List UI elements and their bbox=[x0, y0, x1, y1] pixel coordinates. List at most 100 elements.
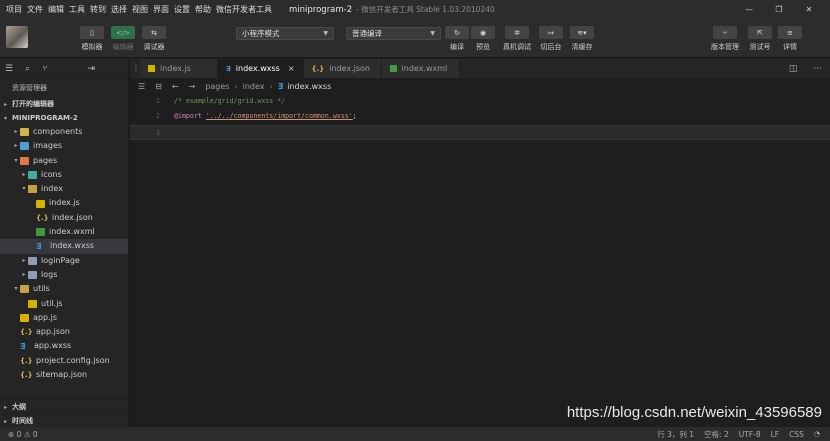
file-tree-item[interactable]: ▸ images bbox=[0, 139, 128, 153]
js-file-icon bbox=[28, 299, 37, 308]
editor-tab[interactable]: index.js bbox=[140, 59, 218, 78]
debugger-toggle[interactable]: ⇆ 调试器 bbox=[138, 26, 170, 52]
real-device-debug-button[interactable]: ✲ 真机调试 bbox=[501, 26, 533, 52]
menu-icon: ≡ bbox=[778, 26, 802, 39]
wxss-file-icon: ∃ bbox=[277, 81, 284, 91]
tab-label: index.js bbox=[160, 64, 191, 73]
folder-icon bbox=[28, 271, 37, 280]
file-tree-label: logs bbox=[41, 269, 58, 279]
breadcrumb-item[interactable]: pages bbox=[205, 82, 229, 91]
compile-mode-select[interactable]: 普通编译 ▼ bbox=[346, 27, 441, 40]
file-tree-item[interactable]: app.js bbox=[0, 311, 128, 325]
outline-section[interactable]: ▸ 大纲 bbox=[0, 399, 129, 413]
eol-setting[interactable]: LF bbox=[771, 430, 780, 439]
folder-icon bbox=[28, 256, 37, 265]
chevron-down-icon: ▾ bbox=[14, 156, 18, 164]
branch-icon: ⑂ bbox=[713, 26, 737, 39]
code-editor[interactable]: 1 /* example/grid/grid.wxss */ 2 @import… bbox=[130, 94, 830, 427]
compile-select-value: 普通编译 bbox=[352, 29, 382, 38]
open-folder-icon bbox=[20, 285, 29, 294]
breadcrumb-current[interactable]: index.wxss bbox=[287, 82, 331, 91]
menu-item[interactable]: 设置 bbox=[174, 4, 190, 15]
preview-button[interactable]: ◉ 预览 bbox=[467, 26, 499, 52]
list-icon[interactable]: ☰ bbox=[138, 82, 145, 91]
file-tree-item[interactable]: util.js bbox=[0, 297, 128, 311]
chevron-right-icon: ▸ bbox=[4, 404, 8, 411]
menu-item[interactable]: 选择 bbox=[111, 4, 127, 15]
editor-toggle[interactable]: </> 编辑器 bbox=[107, 26, 139, 52]
menu-item[interactable]: 工具 bbox=[69, 4, 85, 15]
file-tree-item[interactable]: ▸ logs bbox=[0, 268, 128, 282]
search-icon[interactable]: ⌕ bbox=[25, 64, 30, 74]
open-editors-section[interactable]: ▸ 打开的编辑器 bbox=[0, 97, 128, 111]
file-tree-item[interactable]: index.js bbox=[0, 196, 128, 210]
close-window-button[interactable]: ✕ bbox=[794, 0, 824, 19]
file-tree-item[interactable]: ∃ index.wxss bbox=[0, 239, 128, 254]
avatar[interactable] bbox=[6, 26, 28, 48]
editor-tab[interactable]: index.wxml bbox=[381, 59, 460, 78]
file-tree-item[interactable]: {.} app.json bbox=[0, 325, 128, 339]
timeline-section[interactable]: ▸ 时间线 bbox=[0, 413, 129, 427]
more-actions-icon[interactable]: ··· bbox=[813, 64, 822, 74]
back-arrow-icon[interactable]: ← bbox=[172, 82, 179, 91]
language-mode[interactable]: CSS bbox=[789, 430, 804, 439]
menu-item[interactable]: 文件 bbox=[27, 4, 43, 15]
file-tree-item[interactable]: ▸ icons bbox=[0, 168, 128, 182]
menu-item[interactable]: 转到 bbox=[90, 4, 106, 15]
test-account-button[interactable]: ⇱ 测试号 bbox=[744, 26, 776, 52]
file-tree-item[interactable]: ▾ pages bbox=[0, 154, 128, 168]
clear-cache-button[interactable]: ≋▾ 清缓存 bbox=[566, 26, 598, 52]
menu-item[interactable]: 视图 bbox=[132, 4, 148, 15]
file-tree-item[interactable]: ∃ app.wxss bbox=[0, 339, 128, 353]
version-management-button[interactable]: ⑂ 版本管理 bbox=[709, 26, 741, 52]
cursor-position[interactable]: 行 3，列 1 bbox=[657, 429, 694, 440]
chevron-down-icon: ▾ bbox=[4, 115, 8, 122]
menu-item[interactable]: 帮助 bbox=[195, 4, 211, 15]
file-tree-item[interactable]: {.} index.json bbox=[0, 211, 128, 225]
editor-tab[interactable]: ∃ index.wxss × bbox=[218, 59, 304, 78]
background-label: 切后台 bbox=[540, 43, 562, 51]
file-tree-item[interactable]: ▸ loginPage bbox=[0, 254, 128, 268]
details-button[interactable]: ≡ 详情 bbox=[774, 26, 806, 52]
file-tree-item[interactable]: ▾ index bbox=[0, 182, 128, 196]
source-control-icon[interactable]: ⑂ bbox=[42, 64, 47, 74]
bookmark-icon[interactable]: ⊟ bbox=[155, 82, 162, 91]
code-string: '../../components/import/common.wxss' bbox=[205, 112, 353, 120]
list-icon[interactable]: ☰ bbox=[5, 64, 13, 74]
layers-icon: ≋▾ bbox=[570, 26, 594, 39]
mode-select[interactable]: 小程序模式 ▼ bbox=[236, 27, 334, 40]
menu-item[interactable]: 微信开发者工具 bbox=[216, 4, 272, 15]
menu-item[interactable]: 界面 bbox=[153, 4, 169, 15]
file-tree-item[interactable]: {.} sitemap.json bbox=[0, 368, 128, 382]
file-tree-item[interactable]: ▸ components bbox=[0, 125, 128, 139]
simulator-label: 模拟器 bbox=[81, 43, 103, 51]
sidebar-bottom-sections: ▸ 大纲 ▸ 时间线 bbox=[0, 399, 129, 427]
maximize-button[interactable]: ❐ bbox=[764, 0, 794, 19]
problems-indicator[interactable]: ⊗ 0 ⚠ 0 bbox=[0, 430, 38, 439]
simulator-toggle[interactable]: ▯ 模拟器 bbox=[76, 26, 108, 52]
file-tree-item[interactable]: index.wxml bbox=[0, 225, 128, 239]
minimize-button[interactable]: — bbox=[734, 0, 764, 19]
code-line-2[interactable]: 2 @import '../../components/import/commo… bbox=[130, 109, 830, 124]
file-tree-item[interactable]: {.} project.config.json bbox=[0, 354, 128, 368]
split-editor-icon[interactable]: ◫ bbox=[789, 64, 798, 74]
bell-icon[interactable]: ◔ bbox=[814, 430, 820, 438]
file-tree-label: app.js bbox=[33, 312, 57, 322]
breadcrumb-item[interactable]: index bbox=[243, 82, 265, 91]
js-file-icon bbox=[148, 65, 155, 72]
chevron-right-icon: ▸ bbox=[14, 128, 18, 135]
background-button[interactable]: ↦ 切后台 bbox=[535, 26, 567, 52]
code-line-1[interactable]: 1 /* example/grid/grid.wxss */ bbox=[130, 94, 830, 109]
split-panel-icon[interactable]: ⇥ bbox=[88, 64, 96, 74]
indentation-setting[interactable]: 空格: 2 bbox=[704, 429, 729, 440]
encoding-setting[interactable]: UTF-8 bbox=[739, 430, 761, 439]
editor-tab[interactable]: {.} index.json bbox=[303, 59, 382, 78]
menu-item[interactable]: 编辑 bbox=[48, 4, 64, 15]
file-tree-item[interactable]: ▾ utils bbox=[0, 282, 128, 296]
close-tab-icon[interactable]: × bbox=[288, 64, 295, 73]
forward-arrow-icon[interactable]: → bbox=[189, 82, 196, 91]
menu-item[interactable]: 项目 bbox=[6, 4, 22, 15]
code-line-3[interactable]: 3 bbox=[130, 125, 830, 140]
project-root-section[interactable]: ▾ MINIPROGRAM-2 bbox=[0, 111, 128, 125]
line-content: @import '../../components/import/common.… bbox=[174, 109, 357, 124]
